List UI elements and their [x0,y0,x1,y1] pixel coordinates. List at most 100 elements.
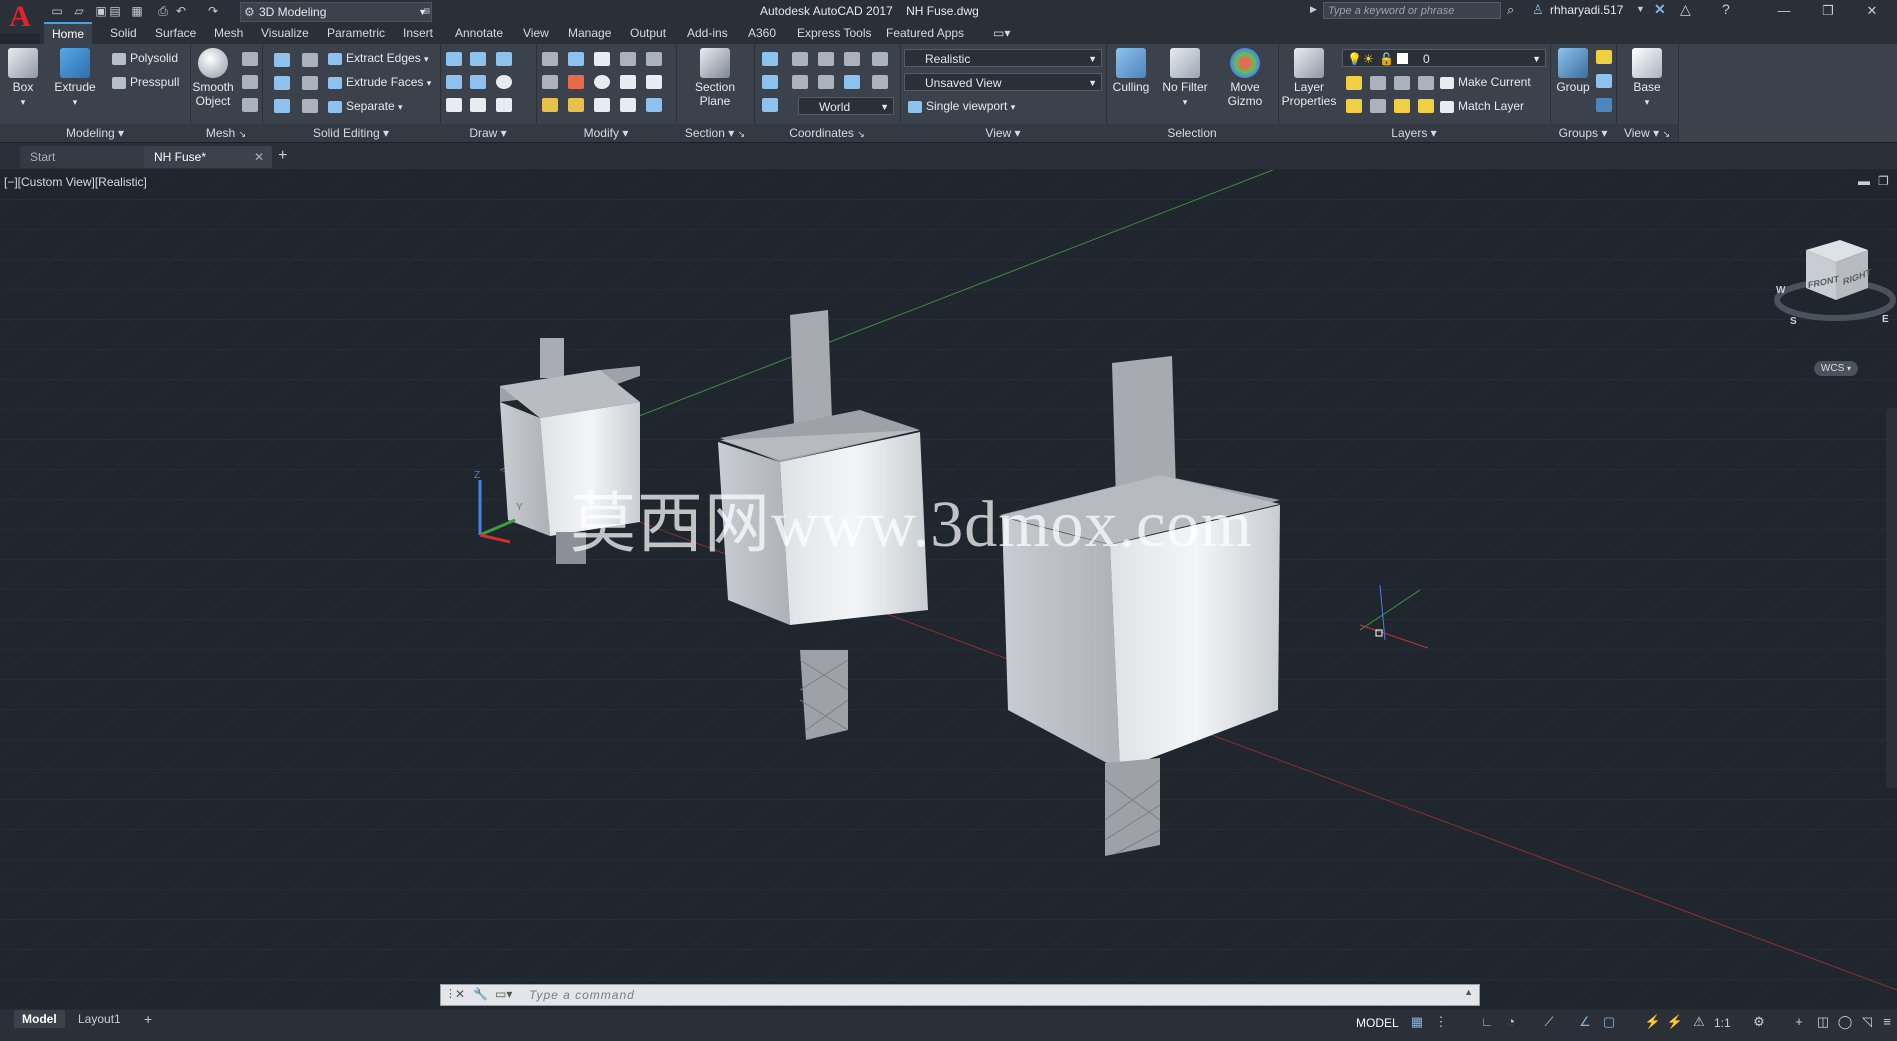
extract-edges-button[interactable]: Extract Edges ▾ [328,48,429,68]
panel-title-solid-editing[interactable]: Solid Editing ▾ [262,124,440,142]
ucs-icon[interactable] [762,98,778,112]
annotation-scale-icon[interactable]: ⚠ [1690,1014,1708,1030]
redo-icon[interactable]: ↷ [204,3,222,19]
modify-tool-icon[interactable] [568,75,584,89]
tab-surface[interactable]: Surface [147,22,204,44]
qat-customize-icon[interactable]: ≡ [418,3,436,19]
named-view-dropdown[interactable]: Unsaved View ▼ [904,73,1102,91]
section-plane-button[interactable]: Section Plane [692,48,738,108]
new-icon[interactable]: ▭ [48,3,66,19]
modify-tool-icon[interactable] [620,98,636,112]
panel-title-modeling[interactable]: Modeling ▾ [0,124,190,142]
snap-icon[interactable]: ⋮ [1432,1014,1450,1030]
base-button[interactable]: Base ▾ [1624,48,1670,109]
tab-express-tools[interactable]: Express Tools [789,22,879,44]
move-icon[interactable] [594,52,610,66]
customize-icon[interactable]: ≡ [1878,1014,1896,1030]
save-as-icon[interactable]: ▤ [106,3,124,19]
ucs-icon[interactable] [844,52,860,66]
object-snap-icon[interactable]: ▢ [1600,1014,1618,1030]
tab-mesh[interactable]: Mesh [206,22,251,44]
close-icon[interactable]: ✕ [254,146,264,168]
mesh-tool-icon[interactable] [242,52,258,66]
chevron-up-icon[interactable]: ▲ [1464,987,1473,997]
modify-tool-icon[interactable] [620,75,636,89]
intersect-icon[interactable] [274,99,290,113]
layer-properties-button[interactable]: Layer Properties [1278,48,1340,108]
tab-home[interactable]: Home [44,22,93,44]
make-current-button[interactable]: Make Current [1440,72,1531,92]
command-prompt-icon[interactable]: ▭▾ [495,987,512,1001]
binoculars-icon[interactable]: ⌕ [1507,2,1514,18]
clean-screen-icon[interactable]: ◹ [1858,1014,1876,1030]
polygon-icon[interactable] [446,98,462,112]
viewport-maximize-icon[interactable]: ❐ [1878,174,1889,188]
spline-icon[interactable] [446,75,462,89]
user-icon[interactable]: ♙ [1532,2,1544,18]
close-icon[interactable]: ✕ [1850,0,1894,22]
slice-icon[interactable] [302,53,318,67]
close-icon[interactable]: ✕ [455,987,465,1001]
polyline-icon[interactable] [470,52,486,66]
tab-featured-apps[interactable]: Featured Apps [878,22,972,44]
extrude-button[interactable]: Extrude ▾ [52,48,98,109]
polysolid-button[interactable]: Polysolid [112,48,178,68]
extrude-faces-button[interactable]: Extrude Faces ▾ [328,72,431,92]
thicken-icon[interactable] [302,99,318,113]
compass-w-label[interactable]: W [1776,285,1785,296]
open-icon[interactable]: ▱ [70,3,88,19]
modify-tool-icon[interactable] [542,98,558,112]
ucs-icon[interactable] [872,75,888,89]
culling-button[interactable]: Culling [1108,48,1154,94]
panel-title-section[interactable]: Section ▾ ↘ [676,124,754,142]
modify-tool-icon[interactable] [594,98,610,112]
tab-view[interactable]: View [515,22,557,44]
grid-icon[interactable]: ▦ [1408,1014,1426,1030]
presspull-button[interactable]: Presspull [112,72,179,92]
smooth-object-button[interactable]: Smooth Object [190,48,236,108]
viewport-minimize-icon[interactable]: ▬ [1858,174,1870,188]
panel-title-selection[interactable]: Selection [1106,124,1278,142]
panel-title-mesh[interactable]: Mesh ↘ [190,124,262,142]
user-name[interactable]: rhharyadi.517 [1550,3,1623,17]
visual-style-dropdown[interactable]: Realistic ▼ [904,49,1102,67]
plot-icon[interactable]: ▦ [128,3,146,19]
workspace-dropdown[interactable]: ⚙ 3D Modeling ▼ [240,2,432,22]
help-icon[interactable]: ? [1722,1,1730,17]
match-layer-button[interactable]: Match Layer [1440,96,1524,116]
object-snap-tracking-icon[interactable]: ∠ [1576,1014,1594,1030]
layout-tab-layout1[interactable]: Layout1 [70,1010,129,1028]
isolate-objects-icon[interactable]: ◫ [1814,1014,1832,1030]
tab-a360[interactable]: A360 [740,22,784,44]
viewport-config-button[interactable]: Single viewport ▾ [908,96,1015,116]
tab-insert[interactable]: Insert [395,22,441,44]
exchange-icon[interactable]: ✕ [1654,1,1666,18]
app-logo-icon[interactable]: A [0,0,40,34]
move-gizmo-button[interactable]: Move Gizmo [1222,48,1268,108]
modify-tool-icon[interactable] [646,52,662,66]
layer-dropdown[interactable]: 💡 ☀ 🔓 0 ▼ [1342,49,1546,67]
3d-polyline-icon[interactable] [470,75,486,89]
panel-title-groups[interactable]: Groups ▾ [1550,124,1616,142]
new-tab-icon[interactable]: + [278,147,287,165]
group-tool-icon[interactable] [1596,50,1612,64]
layer-tool-icon[interactable] [1370,76,1386,90]
ucs-icon[interactable] [792,52,808,66]
modify-tool-icon[interactable] [568,52,584,66]
annotation-scale-value[interactable]: 1:1 [1714,1016,1731,1030]
tab-visualize[interactable]: Visualize [253,22,317,44]
layer-tool-icon[interactable] [1394,99,1410,113]
doc-tab-start[interactable]: Start [20,146,152,168]
chevron-down-icon[interactable]: ▼ [1636,4,1645,14]
panel-title-modify[interactable]: Modify ▾ [536,124,676,142]
undo-icon[interactable]: ↶ [172,3,190,19]
layer-tool-icon[interactable] [1346,99,1362,113]
rectangle-icon[interactable] [470,98,486,112]
model-viewport[interactable]: Z Y [−][Custom View][Realistic] ▬ ❐ FRON… [0,170,1897,1010]
union-icon[interactable] [274,53,290,67]
tab-add-ins[interactable]: Add-ins [679,22,736,44]
modify-tool-icon[interactable] [620,52,636,66]
ucs-icon[interactable] [818,52,834,66]
search-input[interactable]: Type a keyword or phrase [1323,2,1501,19]
ribbon-options-icon[interactable]: ▭▾ [985,22,1018,44]
